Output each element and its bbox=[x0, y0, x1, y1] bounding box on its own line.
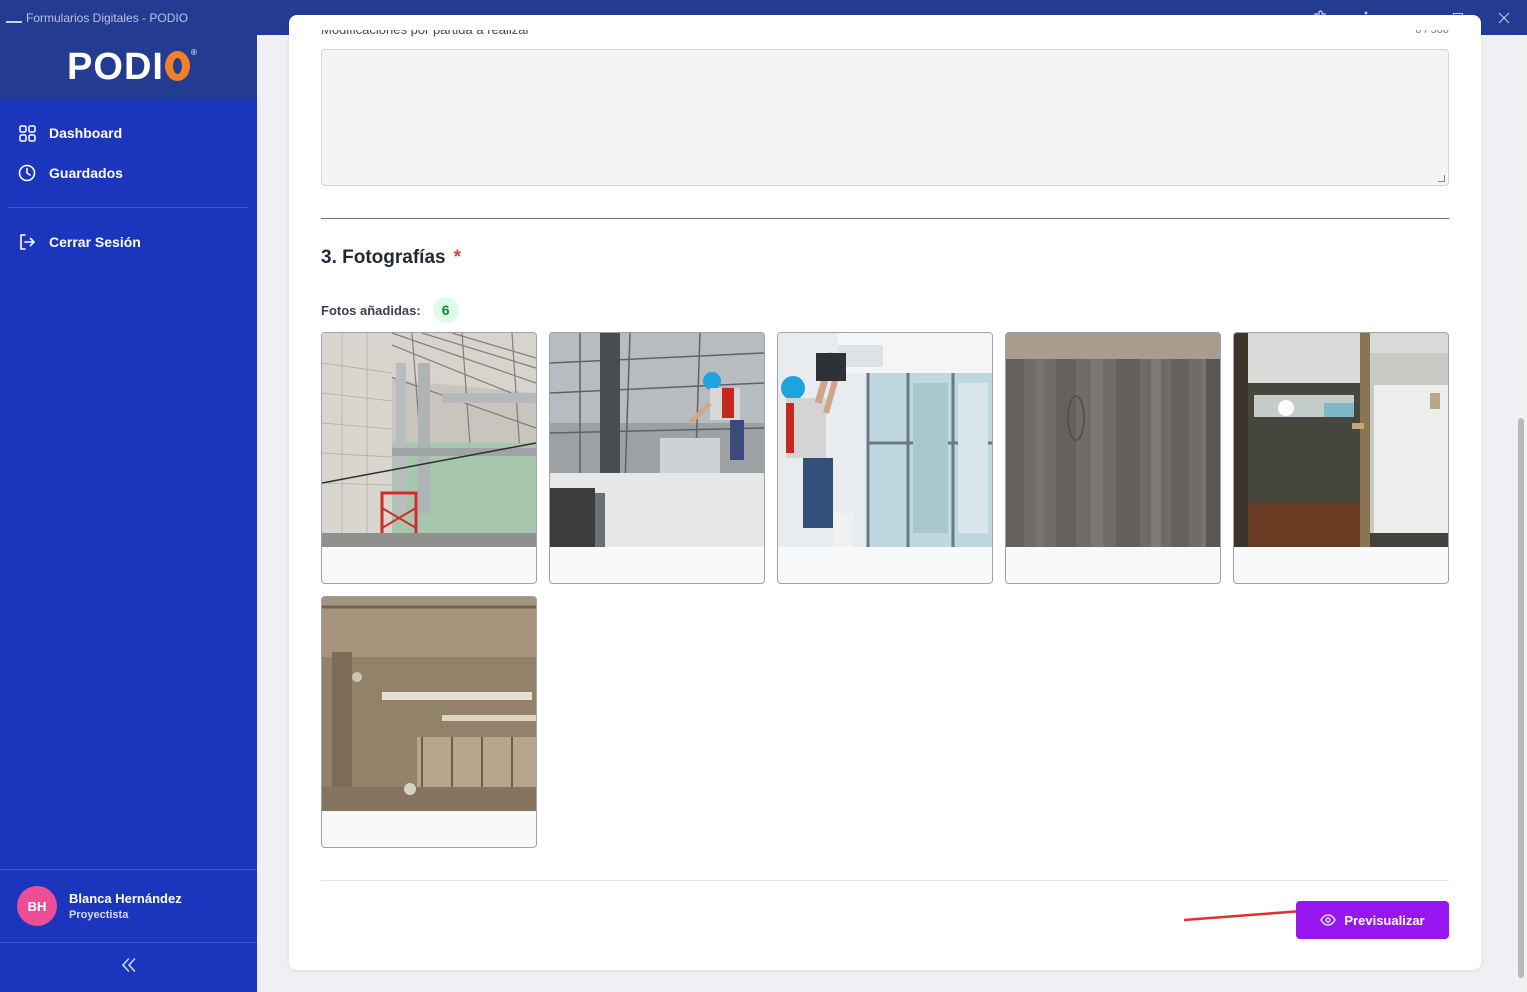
warehouse-interior-photo bbox=[322, 333, 536, 547]
sidebar: PODI ® Dashboard Guardados Cerrar Sesión … bbox=[0, 35, 257, 992]
photo-card[interactable] bbox=[321, 332, 537, 584]
photo-card[interactable] bbox=[321, 596, 537, 848]
sidebar-item-label: Cerrar Sesión bbox=[49, 234, 141, 250]
sidebar-item-label: Dashboard bbox=[49, 125, 123, 141]
page-scrollbar[interactable] bbox=[1515, 35, 1527, 992]
photo-card[interactable] bbox=[1233, 332, 1449, 584]
app-icon bbox=[6, 13, 22, 23]
logout-icon bbox=[18, 233, 36, 251]
photos-label: Fotos añadidas: bbox=[321, 302, 421, 318]
photo-card[interactable] bbox=[777, 332, 993, 584]
eye-icon bbox=[1320, 914, 1337, 926]
section-divider bbox=[321, 218, 1449, 219]
field-label-modificaciones: Modificaciones por partida a realizar bbox=[321, 30, 530, 38]
photo-card[interactable] bbox=[549, 332, 765, 584]
scrollbar-thumb[interactable] bbox=[1518, 418, 1524, 978]
required-mark: * bbox=[453, 247, 461, 268]
footer-divider bbox=[321, 880, 1449, 881]
user-name: Blanca Hernández bbox=[69, 891, 182, 906]
double-chevron-left-icon bbox=[121, 958, 137, 977]
sidebar-item-guardados[interactable]: Guardados bbox=[0, 153, 257, 193]
worker-installing-ac-photo bbox=[778, 333, 992, 547]
office-doorway-photo bbox=[1234, 333, 1448, 547]
user-profile[interactable]: BH Blanca Hernández Proyectista bbox=[0, 869, 257, 943]
logo-area: PODI ® bbox=[0, 35, 257, 99]
preview-button-label: Previsualizar bbox=[1344, 912, 1425, 928]
photos-count-row: Fotos añadidas: 6 bbox=[321, 297, 459, 323]
glass-partition-photo bbox=[322, 597, 536, 811]
char-counter: 0 / 500 bbox=[1415, 30, 1449, 36]
clock-icon bbox=[18, 164, 36, 182]
close-icon[interactable] bbox=[1481, 0, 1527, 35]
section-title-fotografias: 3. Fotografías * bbox=[321, 247, 461, 268]
resize-grip-icon[interactable] bbox=[1438, 175, 1445, 182]
preview-button[interactable]: Previsualizar bbox=[1296, 901, 1449, 939]
collapse-sidebar-button[interactable] bbox=[0, 943, 257, 992]
podio-logo[interactable]: PODI ® bbox=[67, 46, 197, 89]
sidebar-item-cerrar-sesion[interactable]: Cerrar Sesión bbox=[0, 222, 257, 262]
sidebar-item-label: Guardados bbox=[49, 165, 123, 181]
wood-texture-photo bbox=[1006, 333, 1220, 547]
photo-card[interactable] bbox=[1005, 332, 1221, 584]
sidebar-divider bbox=[8, 207, 249, 208]
sidebar-item-dashboard[interactable]: Dashboard bbox=[0, 113, 257, 153]
user-role: Proyectista bbox=[69, 909, 129, 921]
grid-icon bbox=[18, 124, 36, 142]
form-card: Modificaciones por partida a realizar 0 … bbox=[289, 15, 1481, 970]
main-content: Modificaciones por partida a realizar 0 … bbox=[257, 15, 1527, 992]
photos-count-badge: 6 bbox=[432, 297, 459, 323]
sidebar-nav: Dashboard Guardados Cerrar Sesión bbox=[0, 99, 257, 262]
window-title: Formularios Digitales - PODIO bbox=[26, 10, 189, 25]
worker-on-ceiling-photo bbox=[550, 333, 764, 547]
avatar: BH bbox=[17, 886, 57, 926]
modificaciones-textarea[interactable] bbox=[321, 49, 1449, 186]
